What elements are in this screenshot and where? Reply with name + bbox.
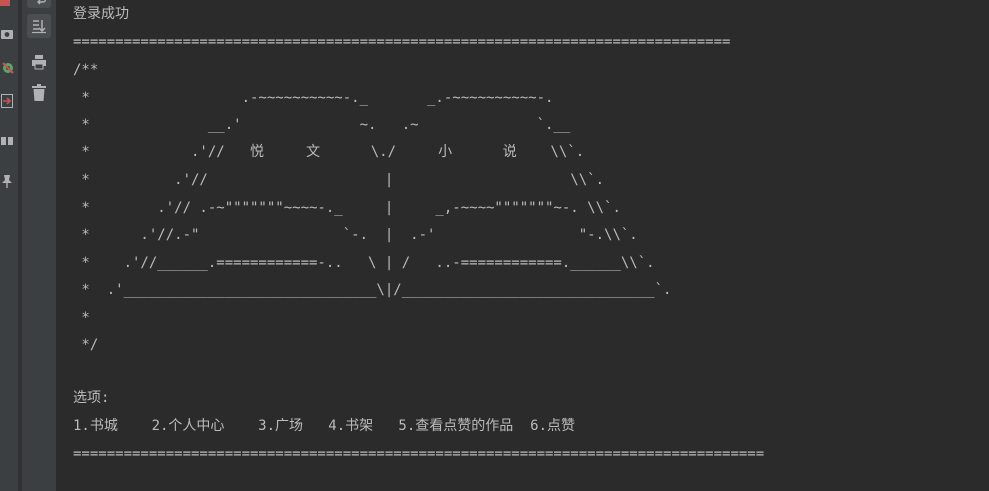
ascii-line: *	[73, 310, 90, 326]
ascii-line: * .'// | \\`.	[73, 172, 605, 188]
soft-wrap-icon[interactable]	[27, 0, 51, 8]
right-toolbar	[22, 0, 56, 491]
ascii-line: * __.' ~. .~ `.__	[73, 117, 571, 133]
ascii-line: * .'//.-" `-. | .-' "-.\\`.	[73, 227, 638, 243]
separator-bottom: ========================================…	[73, 446, 765, 462]
camera-icon[interactable]	[0, 26, 14, 42]
ascii-line: * .-~~~~~~~~~~-._ _.-~~~~~~~~~~-.	[73, 90, 554, 106]
console-output[interactable]: 登录成功 ===================================…	[73, 0, 989, 491]
ascii-line: * .'//______.============-.. \ | / ..-==…	[73, 255, 655, 271]
left-toolbar	[0, 0, 18, 491]
stop-icon[interactable]	[0, 0, 10, 6]
options-list: 1.书城 2.个人中心 3.广场 4.书架 5.查看点赞的作品 6.点赞	[73, 418, 576, 434]
separator-top: ========================================…	[73, 34, 731, 50]
settings-icon[interactable]	[0, 58, 16, 78]
login-success-message: 登录成功	[73, 6, 129, 22]
options-label: 选项:	[73, 390, 110, 406]
ascii-line: * .'______________________________\|/___…	[73, 282, 672, 298]
ascii-line: * .'// .-~"""""""~~~~-._ | _,-~~~~""""""…	[73, 200, 621, 216]
pin-icon[interactable]	[0, 172, 14, 190]
layout-icon[interactable]	[0, 133, 14, 149]
ascii-line: /**	[73, 62, 99, 78]
ascii-line: * .'// 悦 文 \./ 小 说 \\`.	[73, 144, 585, 160]
print-icon[interactable]	[29, 52, 49, 72]
scroll-to-end-icon[interactable]	[27, 14, 51, 38]
exit-icon[interactable]	[0, 92, 14, 110]
ascii-line: */	[73, 337, 99, 353]
trash-icon[interactable]	[29, 82, 49, 104]
